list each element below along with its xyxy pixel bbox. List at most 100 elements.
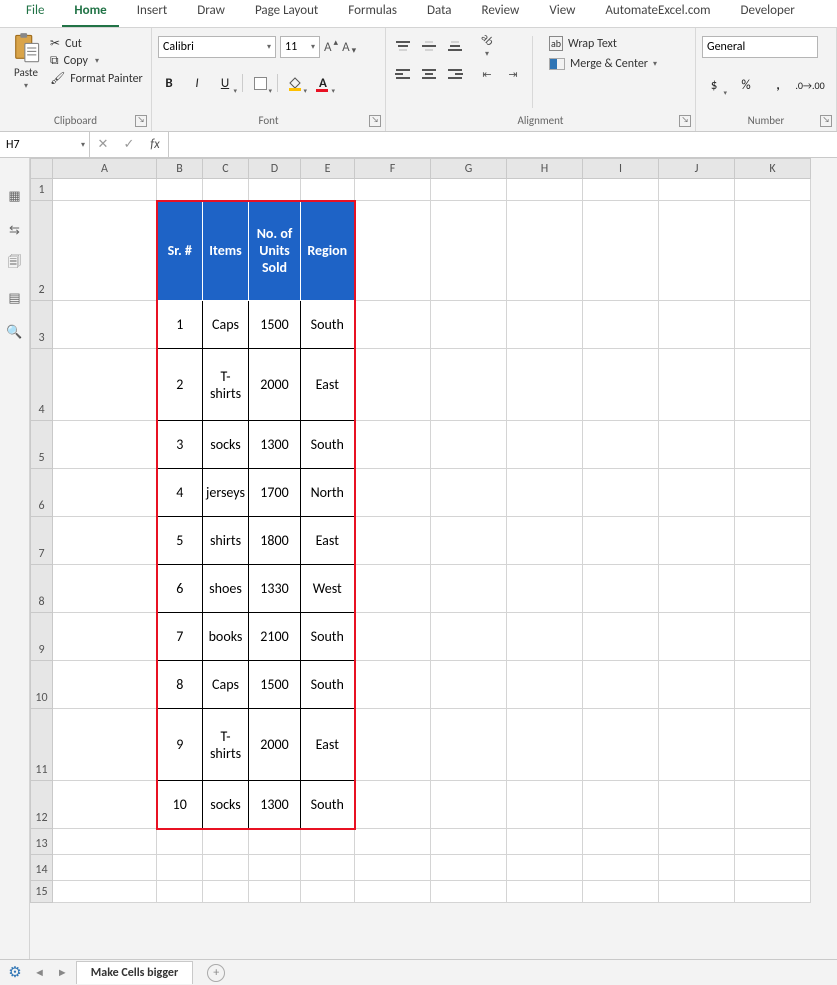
tab-formulas[interactable]: Formulas xyxy=(336,0,409,27)
paste-button[interactable]: Paste ▾ xyxy=(6,32,46,112)
rail-icon[interactable]: ⇆ xyxy=(6,222,24,238)
copy-button[interactable]: ⧉ Copy ▾ xyxy=(50,54,143,68)
tab-automateexcel[interactable]: AutomateExcel.com xyxy=(593,0,722,27)
spreadsheet-grid[interactable]: ABCDEFGHIJK12Sr. #ItemsNo. of Units Sold… xyxy=(30,158,811,903)
brush-icon: 🖌 xyxy=(50,71,65,86)
tab-nav-prev[interactable]: ◄ xyxy=(30,966,49,979)
shrink-font-button[interactable]: A▾ xyxy=(342,36,356,58)
align-center-button[interactable] xyxy=(418,64,440,84)
bold-button[interactable]: B xyxy=(158,72,180,94)
new-sheet-button[interactable]: + xyxy=(207,964,225,982)
chevron-down-icon: ▾ xyxy=(268,86,272,95)
dialog-launcher-number[interactable] xyxy=(820,115,832,127)
dialog-launcher-clipboard[interactable] xyxy=(135,115,147,127)
sheet-tabs: ⚙ ◄ ► Make Cells bigger + xyxy=(0,959,837,985)
fill-color-button[interactable]: ▾ xyxy=(284,72,306,94)
align-right-button[interactable] xyxy=(444,64,466,84)
col-header[interactable]: B xyxy=(157,159,203,179)
col-header[interactable]: G xyxy=(431,159,507,179)
align-top-button[interactable] xyxy=(392,36,414,56)
merge-center-button[interactable]: Merge & Center ▾ xyxy=(549,57,657,71)
row-header[interactable]: 15 xyxy=(31,881,53,903)
decrease-indent-button[interactable]: ⇤ xyxy=(476,64,498,84)
tab-home[interactable]: Home xyxy=(62,0,118,27)
currency-button[interactable]: $ ▾ xyxy=(702,74,726,96)
enter-entry-button[interactable]: ✓ xyxy=(116,137,142,152)
chevron-down-icon: ▾ xyxy=(24,81,28,91)
row-header[interactable]: 14 xyxy=(31,855,53,881)
fx-button[interactable]: fx xyxy=(142,137,168,152)
grow-font-button[interactable]: A▴ xyxy=(324,36,338,58)
tab-view[interactable]: View xyxy=(537,0,587,27)
side-rail: ▦ ⇆ 🗐 ▤ 🔍 xyxy=(0,158,30,959)
dialog-launcher-alignment[interactable] xyxy=(679,115,691,127)
tab-data[interactable]: Data xyxy=(415,0,464,27)
row-header[interactable]: 9 xyxy=(31,613,53,661)
rail-icon[interactable]: ▤ xyxy=(6,290,24,306)
col-header[interactable]: H xyxy=(507,159,583,179)
orientation-button[interactable]: ab▾ xyxy=(476,36,498,56)
col-header[interactable]: D xyxy=(249,159,301,179)
group-clipboard: Paste ▾ ✂ Cut ⧉ Copy ▾ 🖌 Format Painter xyxy=(0,28,152,131)
formula-input[interactable] xyxy=(169,132,837,157)
font-name-value: Calibri xyxy=(163,40,194,54)
row-header[interactable]: 2 xyxy=(31,201,53,301)
tab-developer[interactable]: Developer xyxy=(729,0,807,27)
row-header[interactable]: 4 xyxy=(31,349,53,421)
format-painter-button[interactable]: 🖌 Format Painter xyxy=(50,71,143,86)
col-header[interactable]: K xyxy=(735,159,811,179)
percent-button[interactable]: % xyxy=(734,74,758,96)
select-all-corner[interactable] xyxy=(31,159,53,179)
rail-icon[interactable]: 🗐 xyxy=(6,256,24,272)
font-name-select[interactable]: Calibri ▾ xyxy=(158,36,276,58)
col-header[interactable]: E xyxy=(301,159,355,179)
gear-icon[interactable]: ⚙ xyxy=(4,963,26,982)
underline-button[interactable]: U ▾ xyxy=(214,72,236,94)
align-middle-button[interactable] xyxy=(418,36,440,56)
tab-page-layout[interactable]: Page Layout xyxy=(243,0,330,27)
row-header[interactable]: 1 xyxy=(31,179,53,201)
comma-button[interactable]: , xyxy=(766,74,790,96)
tab-insert[interactable]: Insert xyxy=(125,0,180,27)
row-header[interactable]: 6 xyxy=(31,469,53,517)
group-label: Number xyxy=(702,112,830,131)
col-header[interactable]: F xyxy=(355,159,431,179)
number-format-select[interactable]: General xyxy=(702,36,818,58)
cut-button[interactable]: ✂ Cut xyxy=(50,36,143,51)
align-bottom-button[interactable] xyxy=(444,36,466,56)
worksheet-tab[interactable]: Make Cells bigger xyxy=(76,961,193,984)
borders-button[interactable]: ▾ xyxy=(249,72,271,94)
tab-review[interactable]: Review xyxy=(470,0,532,27)
row-header[interactable]: 5 xyxy=(31,421,53,469)
chevron-down-icon: ▾ xyxy=(723,88,727,97)
col-header[interactable]: A xyxy=(53,159,157,179)
tab-file[interactable]: File xyxy=(14,0,56,27)
italic-button[interactable]: I xyxy=(186,72,208,94)
row-header[interactable]: 13 xyxy=(31,829,53,855)
font-color-button[interactable]: A ▾ xyxy=(312,72,334,94)
row-header[interactable]: 8 xyxy=(31,565,53,613)
col-header[interactable]: I xyxy=(583,159,659,179)
chevron-down-icon: ▾ xyxy=(303,86,307,95)
font-size-select[interactable]: 11 ▾ xyxy=(280,36,320,58)
name-box[interactable]: H7 ▾ xyxy=(0,132,90,157)
increase-indent-button[interactable]: ⇥ xyxy=(502,64,524,84)
increase-decimal-button[interactable]: .0→.00 xyxy=(798,74,822,96)
rail-icon[interactable]: ▦ xyxy=(6,188,24,204)
dialog-launcher-font[interactable] xyxy=(369,115,381,127)
row-header[interactable]: 11 xyxy=(31,709,53,781)
tab-draw[interactable]: Draw xyxy=(185,0,237,27)
col-header[interactable]: J xyxy=(659,159,735,179)
row-header[interactable]: 10 xyxy=(31,661,53,709)
rail-icon[interactable]: 🔍 xyxy=(6,324,24,340)
tab-nav-next[interactable]: ► xyxy=(53,966,72,979)
wrap-text-button[interactable]: ab Wrap Text xyxy=(549,36,657,51)
row-header[interactable]: 12 xyxy=(31,781,53,829)
align-left-button[interactable] xyxy=(392,64,414,84)
bucket-icon xyxy=(287,75,303,91)
cancel-entry-button[interactable]: ✕ xyxy=(90,137,116,152)
row-header[interactable]: 7 xyxy=(31,517,53,565)
col-header[interactable]: C xyxy=(203,159,249,179)
group-label: Clipboard xyxy=(6,112,145,131)
row-header[interactable]: 3 xyxy=(31,301,53,349)
